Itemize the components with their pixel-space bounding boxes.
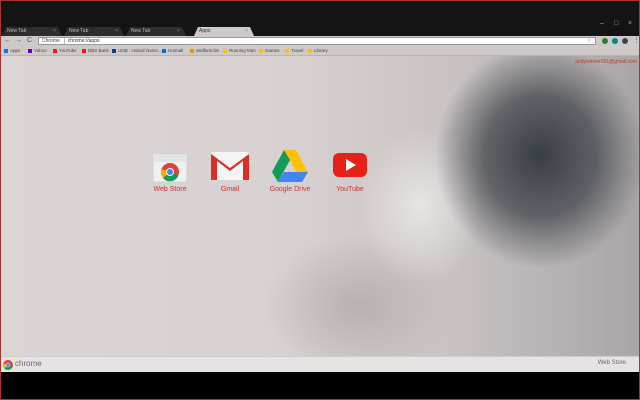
forward-button[interactable]: → [15, 36, 22, 46]
apps-grid-icon [4, 48, 8, 53]
yahoo-icon [28, 48, 32, 53]
bookmark-running-man[interactable]: Running Man [223, 46, 256, 55]
app-label: Gmail [220, 186, 240, 193]
close-icon[interactable]: × [53, 27, 56, 36]
address-bar[interactable]: Chrome chrome://apps ☆ [38, 37, 596, 45]
chrome-brand: chrome [15, 359, 42, 368]
webstore-link[interactable]: Web Store [598, 360, 626, 366]
tab-new-tab-3[interactable]: New Tab × [126, 27, 186, 36]
bookmark-yahoo[interactable]: Yahoo [28, 46, 47, 55]
tab-title: New Tab [7, 28, 27, 34]
app-label: Web Store [153, 186, 187, 193]
desktop-area [0, 372, 640, 400]
minimize-button[interactable]: – [600, 20, 604, 27]
hotmail-icon [162, 48, 166, 53]
bottom-bar: chrome Web Store [0, 356, 640, 372]
bookmark-welfareclini[interactable]: Welfareclini [190, 46, 219, 55]
tab-new-tab-2[interactable]: New Tab × [64, 27, 124, 36]
bookmark-library[interactable]: Library [308, 46, 328, 55]
omnibox-chip: Chrome [42, 38, 65, 44]
url-text: chrome://apps [67, 38, 100, 44]
close-icon[interactable]: × [177, 27, 180, 36]
youtube-icon [333, 153, 367, 177]
bookmark-travel[interactable]: Travel [285, 46, 303, 55]
app-label: Google Drive [269, 186, 311, 193]
menu-button[interactable]: ⋮ [633, 36, 640, 46]
reload-button[interactable]: C [27, 36, 32, 46]
bookmark-hotmail[interactable]: Hotmail [162, 46, 183, 55]
close-window-button[interactable]: × [628, 20, 632, 27]
toolbar: ← → C Chrome chrome://apps ☆ ⋮ [0, 36, 640, 46]
drive-icon [272, 150, 308, 182]
tab-title: New Tab [131, 28, 151, 34]
apps-grid: Web Store Gmail Google Drive YouTube [0, 56, 640, 356]
app-label: YouTube [336, 186, 364, 193]
tab-new-tab-1[interactable]: New Tab × [2, 27, 62, 36]
tab-title: Apps [199, 28, 211, 34]
maximize-button[interactable]: □ [614, 20, 618, 27]
chrome-logo-icon [3, 360, 13, 370]
close-icon[interactable]: × [115, 27, 118, 36]
folder-icon [223, 48, 227, 53]
bookmark-games[interactable]: Games [259, 46, 280, 55]
tab-title: New Tab [69, 28, 89, 34]
youtube-icon [53, 48, 57, 53]
uob-icon [112, 48, 116, 53]
bookmarks-bar: Apps Yahoo YouTube DBS Bank UOB : United… [0, 46, 640, 56]
star-icon[interactable]: ☆ [587, 38, 592, 44]
tab-strip: New Tab × New Tab × New Tab × Apps × – □ × [0, 0, 640, 36]
dbs-icon [82, 48, 86, 53]
bookmark-dbs-bank[interactable]: DBS Bank [82, 46, 109, 55]
tab-apps[interactable]: Apps × [194, 27, 254, 36]
gmail-icon [211, 152, 249, 180]
extension-icon[interactable] [602, 38, 608, 44]
extension-icon[interactable] [612, 38, 618, 44]
back-button[interactable]: ← [4, 36, 11, 46]
folder-icon [308, 48, 312, 53]
webstore-icon [152, 153, 188, 183]
bookmark-youtube[interactable]: YouTube [53, 46, 77, 55]
close-icon[interactable]: × [245, 27, 248, 36]
bookmark-apps[interactable]: Apps [4, 46, 20, 55]
apps-page: andywinner001@gmail.com Web Store Gmail [0, 56, 640, 356]
extension-icon[interactable] [622, 38, 628, 44]
folder-icon [259, 48, 263, 53]
folder-icon [285, 48, 289, 53]
bookmark-uob[interactable]: UOB : United Overs... [112, 46, 162, 55]
folder-icon [190, 48, 194, 53]
